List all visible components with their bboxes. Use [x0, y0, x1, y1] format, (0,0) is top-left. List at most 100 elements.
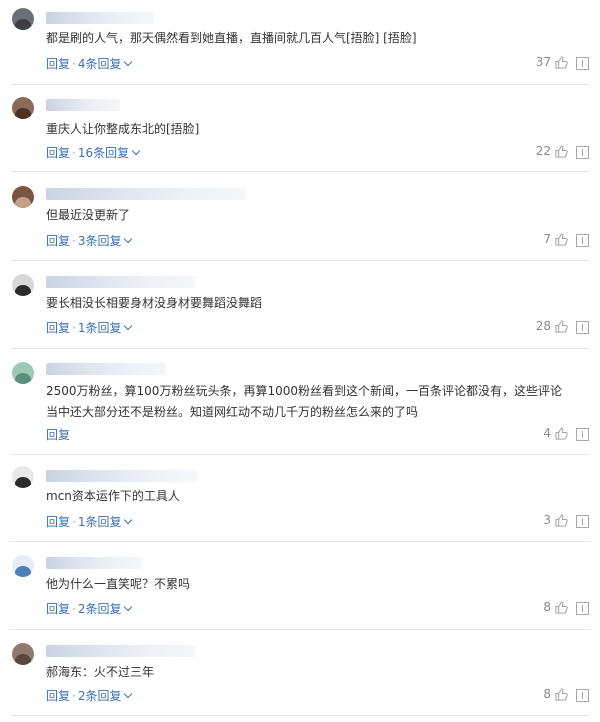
separator: · — [72, 320, 76, 335]
replies-count: 1条回复 — [77, 515, 122, 529]
chevron-down-icon — [124, 689, 133, 699]
like-group: 7 — [543, 232, 568, 246]
thumbs-up-icon[interactable] — [555, 319, 568, 333]
comment-text: 2500万粉丝，算100万粉丝玩头条，再算1000粉丝看到这个新闻，一百条评论都… — [46, 384, 562, 419]
avatar-figure — [15, 197, 31, 208]
username-blurred[interactable] — [46, 12, 154, 24]
divider — [10, 541, 590, 542]
report-icon[interactable] — [576, 602, 589, 615]
reply-button[interactable]: 回复 — [46, 144, 70, 161]
thumbs-up-icon[interactable] — [555, 687, 568, 701]
report-icon[interactable] — [576, 234, 589, 247]
divider — [10, 348, 590, 349]
expand-replies-button[interactable]: 1条回复 — [77, 513, 133, 530]
divider — [10, 260, 590, 261]
report-icon[interactable] — [576, 146, 589, 159]
divider — [10, 715, 590, 716]
comment-text: mcn资本运作下的工具人 — [46, 489, 180, 503]
like-count: 8 — [543, 600, 551, 614]
like-count: 7 — [543, 232, 551, 246]
expand-replies-button[interactable]: 2条回复 — [77, 687, 133, 704]
separator: · — [72, 56, 76, 71]
comment-text: 重庆人让你整成东北的[捂脸] — [46, 122, 200, 136]
username-blurred[interactable] — [46, 188, 246, 200]
replies-count: 4条回复 — [77, 57, 122, 71]
thumbs-up-icon[interactable] — [555, 144, 568, 158]
comment-actions: 回复 · 4条回复 — [46, 55, 133, 72]
like-group: 8 — [543, 687, 568, 701]
replies-count: 2条回复 — [77, 689, 122, 703]
comment-actions: 回复 · 1条回复 — [46, 513, 133, 530]
comment-actions: 回复 · 2条回复 — [46, 600, 133, 617]
separator: · — [72, 688, 76, 703]
reply-button[interactable]: 回复 — [46, 319, 70, 336]
avatar[interactable] — [12, 555, 34, 577]
chevron-down-icon — [124, 234, 133, 244]
separator: · — [72, 601, 76, 616]
avatar[interactable] — [12, 643, 34, 665]
avatar[interactable] — [12, 97, 34, 119]
reply-button[interactable]: 回复 — [46, 600, 70, 617]
avatar-figure — [15, 285, 31, 296]
comment-text: 要长相没长相要身材没身材要舞蹈没舞蹈 — [46, 296, 263, 310]
comment-actions: 回复 — [46, 426, 70, 443]
comment-text: 但最近没更新了 — [46, 208, 131, 222]
expand-replies-button[interactable]: 1条回复 — [77, 319, 133, 336]
avatar[interactable] — [12, 186, 34, 208]
report-icon[interactable] — [576, 428, 589, 441]
username-blurred[interactable] — [46, 557, 142, 569]
like-group: 22 — [536, 144, 568, 158]
replies-count: 2条回复 — [77, 602, 122, 616]
username-blurred[interactable] — [46, 363, 166, 375]
avatar[interactable] — [12, 8, 34, 30]
like-count: 3 — [543, 513, 551, 527]
report-icon[interactable] — [576, 321, 589, 334]
thumbs-up-icon[interactable] — [555, 55, 568, 69]
thumbs-up-icon[interactable] — [555, 513, 568, 527]
replies-count: 3条回复 — [77, 234, 122, 248]
avatar[interactable] — [12, 466, 34, 488]
chevron-down-icon — [124, 602, 133, 612]
username-blurred[interactable] — [46, 99, 120, 111]
reply-button[interactable]: 回复 — [46, 687, 70, 704]
expand-replies-button[interactable]: 16条回复 — [77, 144, 141, 161]
avatar[interactable] — [12, 362, 34, 384]
like-count: 8 — [543, 687, 551, 701]
report-icon[interactable] — [576, 689, 589, 702]
avatar-figure — [15, 654, 31, 665]
avatar[interactable] — [12, 274, 34, 296]
reply-button[interactable]: 回复 — [46, 426, 70, 443]
reply-button[interactable]: 回复 — [46, 513, 70, 530]
like-group: 3 — [543, 513, 568, 527]
chevron-down-icon — [131, 146, 141, 156]
thumbs-up-icon[interactable] — [555, 600, 568, 614]
comment-text: 郝海东：火不过三年 — [46, 665, 155, 679]
separator: · — [72, 233, 76, 248]
divider — [10, 171, 590, 172]
comment-text: 他为什么一直笑呢？不累吗 — [46, 577, 191, 591]
username-blurred[interactable] — [46, 276, 196, 288]
avatar-figure — [15, 19, 31, 30]
avatar-figure — [15, 108, 31, 119]
thumbs-up-icon[interactable] — [555, 232, 568, 246]
like-count: 37 — [535, 55, 551, 69]
comment-actions: 回复 · 2条回复 — [46, 687, 133, 704]
chevron-down-icon — [124, 57, 133, 67]
replies-count: 16条回复 — [77, 146, 130, 160]
like-count: 4 — [543, 426, 551, 440]
like-count: 22 — [535, 144, 551, 158]
reply-button[interactable]: 回复 — [46, 232, 70, 249]
expand-replies-button[interactable]: 3条回复 — [77, 232, 133, 249]
report-icon[interactable] — [576, 515, 589, 528]
username-blurred[interactable] — [46, 645, 196, 657]
separator: · — [72, 145, 76, 160]
expand-replies-button[interactable]: 2条回复 — [77, 600, 133, 617]
like-group: 8 — [543, 600, 568, 614]
divider — [10, 84, 590, 85]
reply-button[interactable]: 回复 — [46, 55, 70, 72]
username-blurred[interactable] — [46, 470, 198, 482]
expand-replies-button[interactable]: 4条回复 — [77, 55, 133, 72]
thumbs-up-icon[interactable] — [555, 426, 568, 440]
replies-count: 1条回复 — [77, 321, 122, 335]
report-icon[interactable] — [576, 57, 589, 70]
